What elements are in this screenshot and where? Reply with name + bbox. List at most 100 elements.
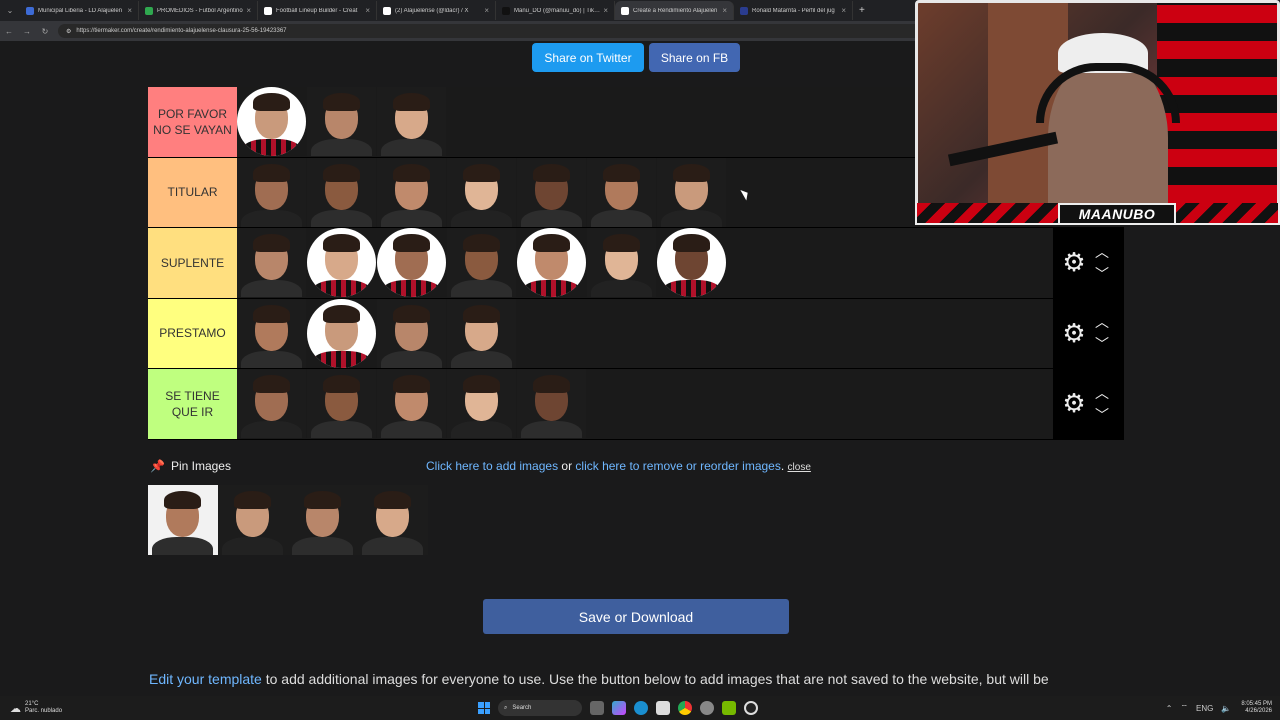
browser-tab[interactable]: (2) Alajuelense (@ldacr) / X × [377,1,496,20]
player-photo[interactable] [377,87,446,157]
volume-icon[interactable]: 🔈 [1221,704,1231,713]
player-photo[interactable] [307,87,376,157]
browser-tab[interactable]: PROMEDIOS - Futbol Argentino × [139,1,258,20]
player-photo[interactable] [377,298,446,368]
obs-icon[interactable] [744,701,758,715]
player-photo[interactable] [377,369,446,439]
tier-label[interactable]: POR FAVOR NO SE VAYAN [148,87,237,157]
player-photo[interactable] [218,485,288,555]
network-icon[interactable]: ⌔ [1180,703,1188,713]
taskbar-search[interactable]: ⌕ Search [498,700,582,716]
tier-label[interactable]: PRESTAMO [148,298,237,368]
player-photo[interactable] [307,157,376,227]
reorder-arrows: ︿ ﹀ [1095,241,1109,285]
settings-icon[interactable] [700,701,714,715]
reorder-arrows: ︿ ﹀ [1095,311,1109,355]
browser-tab[interactable]: Ronald Matarrita - Perfil del jug × [734,1,853,20]
add-images-link[interactable]: Click here to add images [426,459,558,473]
language-indicator[interactable]: ENG [1196,704,1213,713]
player-photo[interactable] [447,157,516,227]
task-view-icon[interactable] [590,701,604,715]
player-photo[interactable] [358,485,428,555]
move-down-icon[interactable]: ﹀ [1095,404,1109,426]
player-photo[interactable] [517,369,586,439]
move-up-icon[interactable]: ︿ [1095,382,1109,404]
player-photo[interactable] [517,157,586,227]
player-photo[interactable] [447,228,516,298]
player-photo[interactable] [237,87,306,157]
player-photo[interactable] [447,298,516,368]
player-photo[interactable] [307,228,376,298]
close-tab-icon[interactable]: × [484,6,489,15]
weather-desc: Parc. nublado [25,708,63,714]
browser-tab[interactable]: Football Lineup Builder - Creat × [258,1,377,20]
pin-images-label[interactable]: 📌 Pin Images [150,459,231,473]
move-down-icon[interactable]: ﹀ [1095,333,1109,355]
edge-icon[interactable] [634,701,648,715]
player-photo[interactable] [657,228,726,298]
copilot-icon[interactable] [612,701,626,715]
player-photo[interactable] [517,228,586,298]
tab-search-icon[interactable]: ⌄ [0,0,20,21]
clock[interactable]: 8:05:45 PM 4/26/2026 [1241,701,1272,715]
browser-tab[interactable]: Manu_DO (@manuu_do) | TikTo × [496,1,615,20]
tier-label[interactable]: SUPLENTE [148,228,237,298]
player-photo[interactable] [307,369,376,439]
close-tab-icon[interactable]: × [365,6,370,15]
forward-icon[interactable]: → [18,27,36,36]
reload-icon[interactable]: ↻ [36,27,54,36]
chrome-icon[interactable] [678,701,692,715]
player-photo[interactable] [288,485,358,555]
tier-row: PRESTAMO ⚙ ︿ ﹀ [148,298,1124,369]
player-photo[interactable] [587,157,656,227]
close-tab-icon[interactable]: × [722,6,727,15]
close-link[interactable]: close [788,462,811,473]
store-icon[interactable] [656,701,670,715]
player-photo[interactable] [447,369,516,439]
tier-label[interactable]: TITULAR [148,157,237,227]
close-tab-icon[interactable]: × [246,6,251,15]
tab-favicon-icon [740,6,748,15]
move-up-icon[interactable]: ︿ [1095,241,1109,263]
move-up-icon[interactable]: ︿ [1095,311,1109,333]
tier-label[interactable]: SE TIENE QUE IR [148,369,237,439]
player-photo[interactable] [657,157,726,227]
gear-icon[interactable]: ⚙ [1057,388,1091,419]
close-tab-icon[interactable]: × [127,6,132,15]
player-photo[interactable] [237,228,306,298]
weather-widget[interactable]: ☁ 21°C Parc. nublado [10,701,62,715]
player-photo[interactable] [237,369,306,439]
player-photo[interactable] [377,228,446,298]
nvidia-icon[interactable] [722,701,736,715]
tab-title: Football Lineup Builder - Creat [276,7,358,14]
player-photo[interactable] [307,298,376,368]
player-photo[interactable] [377,157,446,227]
edit-template-link[interactable]: Edit your template [149,671,262,687]
pin-images-text: Pin Images [170,459,231,473]
browser-tab[interactable]: Municipal Liberia - LD Alajuelen × [20,1,139,20]
tier-items [237,298,1124,369]
back-icon[interactable]: ← [0,27,18,36]
site-info-icon[interactable]: ⚙ [66,28,71,35]
close-tab-icon[interactable]: × [841,6,846,15]
save-download-button[interactable]: Save or Download [483,599,789,634]
browser-tab[interactable]: Create a Rendimiento Alajuelen × [615,1,734,20]
gear-icon[interactable]: ⚙ [1057,247,1091,278]
move-down-icon[interactable]: ﹀ [1095,263,1109,285]
remove-reorder-link[interactable]: click here to remove or reorder images [575,459,780,473]
player-photo[interactable] [237,157,306,227]
player-photo[interactable] [237,298,306,368]
unranked-images [148,485,428,555]
share-twitter-button[interactable]: Share on Twitter [532,43,644,72]
close-tab-icon[interactable]: × [603,6,608,15]
new-tab-button[interactable]: + [853,5,871,16]
start-icon[interactable] [478,702,490,714]
tray-expand-icon[interactable]: ⌃ [1166,704,1173,713]
player-photo[interactable] [587,228,656,298]
url-field[interactable]: ⚙ https://tiermaker.com/create/rendimien… [58,24,938,38]
tab-title: PROMEDIOS - Futbol Argentino [157,7,243,14]
gear-icon[interactable]: ⚙ [1057,318,1091,349]
player-photo[interactable] [148,485,218,555]
share-facebook-button[interactable]: Share on FB [649,43,740,72]
url-text: https://tiermaker.com/create/rendimiento… [76,28,287,34]
